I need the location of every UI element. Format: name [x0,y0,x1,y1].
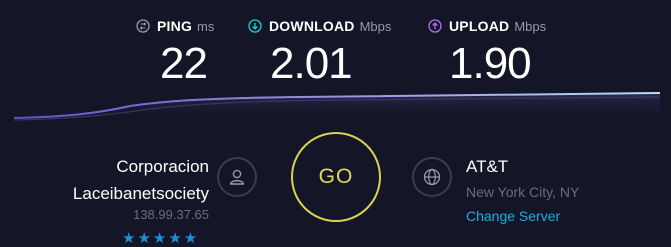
download-label: DOWNLOAD [269,18,355,34]
speed-graph [13,92,661,122]
speedtest-result-panel: PING ms 22 DOWNLOAD Mbps 2.01 UPLOAD Mbp… [0,0,671,247]
server-location: New York City, NY [466,184,580,200]
server-name: AT&T [466,157,509,176]
download-unit: Mbps [359,18,392,34]
ping-unit: ms [197,18,215,34]
isp-name-line1: Corporacion [116,157,209,176]
change-server-link[interactable]: Change Server [466,204,579,228]
ping-label: PING [157,18,193,34]
user-icon-glyph [229,169,245,185]
globe-icon-glyph [423,168,441,186]
isp-ip-address: 138.99.37.65 [133,207,209,222]
go-button-label: GO [318,165,354,188]
globe-icon[interactable] [412,157,452,197]
upload-unit: Mbps [514,18,547,34]
download-arrow-icon [248,19,262,33]
server-info: AT&T New York City, NY Change Server [466,153,579,228]
ping-metric: PING ms 22 [136,16,214,86]
ping-icon [136,19,150,33]
go-button[interactable]: GO [291,132,381,222]
isp-name-line2: Laceibanetsociety [72,184,209,203]
isp-name: Corporacion Laceibanetsociety [73,153,209,207]
upload-header: UPLOAD Mbps [428,16,546,36]
upload-metric: UPLOAD Mbps 1.90 [428,16,546,86]
download-metric: DOWNLOAD Mbps 2.01 [248,16,391,86]
isp-rating-stars[interactable]: ★★★★★ [122,229,199,247]
upload-arrow-icon [428,19,442,33]
user-icon[interactable] [217,157,257,197]
download-header: DOWNLOAD Mbps [248,16,391,36]
ping-header: PING ms [136,16,214,36]
upload-label: UPLOAD [449,18,510,34]
